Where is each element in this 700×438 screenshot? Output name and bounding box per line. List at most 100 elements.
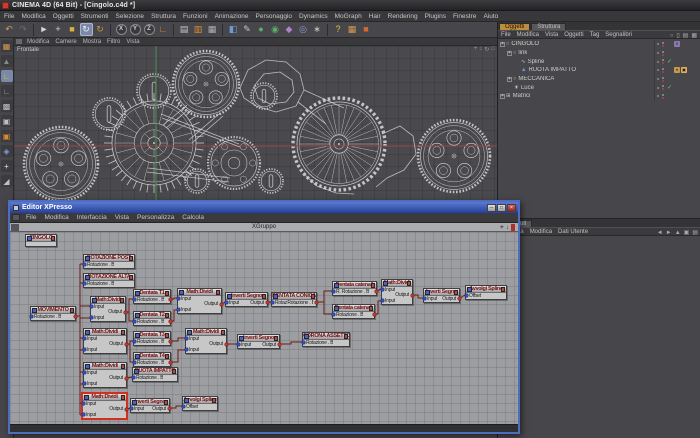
- add-output-port-icon[interactable]: [220, 330, 225, 335]
- expand-toggle-icon[interactable]: +: [507, 50, 512, 56]
- expand-toggle-icon[interactable]: +: [500, 41, 505, 47]
- output-port-icon[interactable]: [123, 310, 127, 314]
- visibility-editor-dot[interactable]: [662, 85, 664, 88]
- add-output-port-icon[interactable]: [164, 354, 169, 359]
- add-input-port-icon[interactable]: [132, 400, 137, 405]
- add-input-port-icon[interactable]: [135, 313, 140, 318]
- input-port-icon[interactable]: [132, 320, 136, 324]
- xpresso-node-inverti-segno-19[interactable]: Inverti Segno Input Output: [236, 334, 281, 349]
- input-port-icon[interactable]: [89, 316, 93, 320]
- xpresso-tag-icon[interactable]: X: [674, 41, 680, 48]
- input-port-icon[interactable]: [131, 376, 135, 380]
- add-input-port-icon[interactable]: [334, 306, 339, 311]
- visibility-editor-dot[interactable]: [662, 41, 664, 44]
- viewport-canvas[interactable]: Frontale + ↕ ↻ □: [14, 46, 497, 200]
- visibility-dots[interactable]: [662, 76, 664, 82]
- om-menu-file[interactable]: File: [501, 32, 511, 38]
- add-output-port-icon[interactable]: [343, 334, 348, 339]
- visibility-editor-dot[interactable]: [662, 50, 664, 53]
- am-menu-modifica[interactable]: Modifica: [530, 229, 552, 235]
- visibility-editor-dot[interactable]: [662, 93, 664, 96]
- xpresso-titlebar[interactable]: Editor XPresso ─ □ ×: [10, 202, 518, 213]
- xpresso-node-rotazione-alta-2[interactable]: ROTAZIONE ALTA Rotazione . B: [82, 273, 135, 288]
- menu-personaggio[interactable]: Personaggio: [256, 13, 293, 20]
- forward-arrow-icon[interactable]: ►: [666, 230, 672, 236]
- add-hypernurbs-icon[interactable]: ◉: [269, 23, 282, 36]
- close-button[interactable]: ×: [507, 203, 516, 212]
- add-output-port-icon[interactable]: [215, 290, 220, 295]
- up-icon[interactable]: ▲: [675, 230, 681, 236]
- lock-y-icon[interactable]: Y: [129, 24, 141, 35]
- coordinate-system-icon[interactable]: ∟: [157, 23, 170, 36]
- add-particles-icon[interactable]: ∗: [311, 23, 324, 36]
- add-input-port-icon[interactable]: [85, 275, 90, 280]
- output-port-icon[interactable]: [372, 313, 376, 317]
- menu-rendering[interactable]: Rendering: [388, 13, 418, 20]
- menu-dynamics[interactable]: Dynamics: [299, 13, 328, 20]
- render-view-icon[interactable]: ▤: [178, 23, 191, 36]
- enabled-checkmark[interactable]: ✓: [667, 58, 674, 65]
- visibility-render-dot[interactable]: [662, 44, 664, 47]
- add-input-port-icon[interactable]: [383, 281, 388, 286]
- polygons-mode-icon[interactable]: ◢: [0, 175, 13, 187]
- add-input-port-icon[interactable]: [92, 298, 97, 303]
- viewport-menu-icon[interactable]: [16, 39, 22, 44]
- xpresso-node-math-dividi-15[interactable]: Math:Dividi Input Output Input: [82, 328, 128, 354]
- add-output-port-icon[interactable]: [128, 275, 133, 280]
- menu-hair[interactable]: Hair: [369, 13, 381, 20]
- add-output-port-icon[interactable]: [453, 290, 458, 295]
- output-port-icon[interactable]: [168, 320, 172, 324]
- om-menu-oggetti[interactable]: Oggetti: [564, 32, 583, 38]
- minimize-button[interactable]: ─: [487, 203, 496, 212]
- layer-dot[interactable]: [657, 60, 659, 63]
- layer-dot[interactable]: [657, 78, 659, 81]
- add-input-port-icon[interactable]: [184, 398, 189, 403]
- visibility-render-dot[interactable]: [662, 79, 664, 82]
- visibility-dots[interactable]: [662, 67, 664, 73]
- undo-icon[interactable]: ↶: [3, 23, 16, 36]
- visibility-render-dot[interactable]: [662, 88, 664, 91]
- output-port-icon[interactable]: [167, 407, 171, 411]
- input-port-icon[interactable]: [224, 301, 228, 305]
- add-generator-icon[interactable]: ●: [255, 23, 268, 36]
- input-port-icon[interactable]: [301, 341, 305, 345]
- panel-menu-icon[interactable]: ▤: [692, 229, 698, 236]
- menu-struttura[interactable]: Struttura: [151, 13, 176, 20]
- input-port-icon[interactable]: [132, 298, 136, 302]
- xpresso-node-corona-assetto-20[interactable]: CORONA ASSETTO Rotazione . B: [301, 332, 350, 347]
- expand-toggle-icon[interactable]: +: [500, 93, 505, 99]
- output-port-icon[interactable]: [410, 293, 414, 297]
- add-input-port-icon[interactable]: [273, 294, 278, 299]
- add-input-port-icon[interactable]: [467, 287, 472, 292]
- object-row-luce[interactable]: ☀ Luce ✓: [498, 83, 700, 93]
- toggle-view-icon[interactable]: □: [491, 46, 495, 53]
- add-deformer-icon[interactable]: ◆: [283, 23, 296, 36]
- last-tool-icon[interactable]: ↻: [94, 23, 107, 36]
- xpresso-node-dentata-t2-6[interactable]: Dentata T2 Rotazione . B: [132, 311, 172, 326]
- zoom-view-icon[interactable]: ↕: [479, 46, 482, 53]
- input-port-icon[interactable]: [82, 348, 86, 352]
- add-cube-icon[interactable]: ◧: [227, 23, 240, 36]
- output-port-icon[interactable]: [374, 290, 378, 294]
- layer-dot[interactable]: [657, 95, 659, 98]
- tab-oggetti[interactable]: Oggetti: [499, 23, 531, 30]
- axis-mode-icon[interactable]: ∟: [0, 85, 13, 97]
- live-selection-icon[interactable]: ►: [38, 23, 51, 36]
- xpresso-menu-icon[interactable]: [12, 214, 20, 221]
- add-input-port-icon[interactable]: [239, 336, 244, 341]
- viewport-menu-camere[interactable]: Camere: [55, 39, 76, 45]
- xpresso-menu-modifica[interactable]: Modifica: [44, 214, 68, 221]
- scale-icon[interactable]: ■: [66, 23, 79, 36]
- object-row-link[interactable]: + ○ link: [498, 48, 700, 58]
- add-input-port-icon[interactable]: [135, 333, 140, 338]
- layer-dot[interactable]: [657, 69, 659, 72]
- add-output-port-icon[interactable]: [50, 236, 55, 241]
- filter-icon[interactable]: ▤: [683, 32, 689, 39]
- add-input-port-icon[interactable]: [304, 334, 309, 339]
- make-editable-icon[interactable]: ▦: [0, 40, 13, 52]
- add-output-port-icon[interactable]: [500, 287, 505, 292]
- input-port-icon[interactable]: [331, 313, 335, 317]
- points-mode-icon[interactable]: ◈: [0, 145, 13, 157]
- xpresso-node-inverti-segno-13[interactable]: Inverti Segno Input Output: [422, 288, 461, 303]
- add-output-port-icon[interactable]: [171, 369, 176, 374]
